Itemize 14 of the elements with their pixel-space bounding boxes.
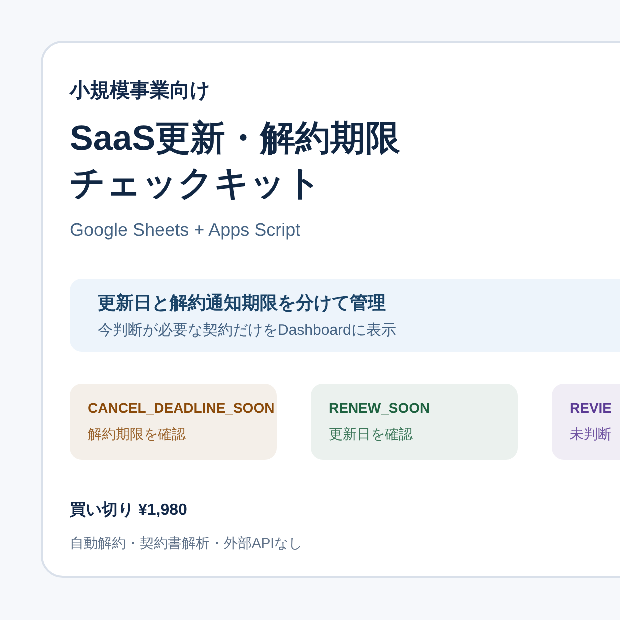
title-line: SaaS更新・解約期限: [70, 118, 402, 160]
banner-text: 今判断が必要な契約だけをDashboardに表示: [98, 321, 398, 340]
status-label: RENEW_SOON: [329, 400, 430, 416]
status-description: 解約期限を確認: [88, 426, 187, 444]
price-label: 買い切り ¥1,980: [70, 500, 188, 521]
status-label: CANCEL_DEADLINE_SOON: [88, 400, 275, 416]
banner-heading: 更新日と解約通知期限を分けて管理: [98, 292, 387, 315]
subtitle: Google Sheets + Apps Script: [70, 220, 302, 241]
status-description: 未判断: [570, 426, 613, 444]
status-description: 更新日を確認: [329, 426, 414, 444]
feature-note: 自動解約・契約書解析・外部APIなし: [70, 535, 304, 553]
title-line: チェックキット: [70, 163, 323, 205]
status-label: REVIE: [570, 400, 612, 416]
eyebrow-label: 小規模事業向け: [70, 79, 211, 104]
